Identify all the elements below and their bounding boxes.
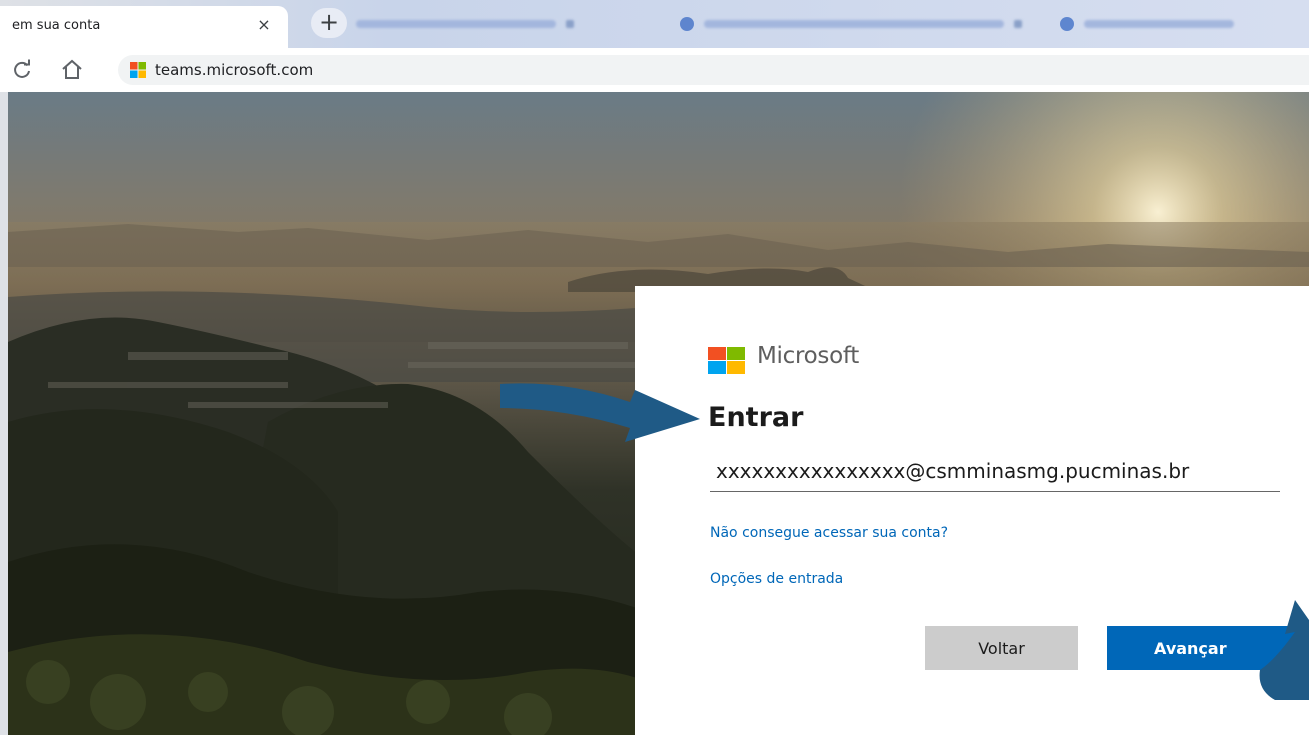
email-field[interactable] [710, 456, 1280, 492]
cant-access-account-link[interactable]: Não consegue acessar sua conta? [710, 525, 948, 541]
blurred-tab-title [1084, 20, 1234, 28]
microsoft-favicon-icon [130, 62, 146, 78]
globe-icon [1060, 17, 1074, 31]
microsoft-logo-icon [708, 347, 745, 374]
page-title: Entrar [708, 402, 804, 433]
active-tab[interactable]: em sua conta × [0, 6, 288, 48]
background-tab[interactable] [356, 10, 574, 38]
globe-icon [680, 17, 694, 31]
microsoft-brand-text: Microsoft [757, 343, 859, 369]
logo-square-blue [708, 361, 726, 374]
blurred-tab-title [704, 20, 1004, 28]
back-button[interactable]: Voltar [925, 626, 1078, 670]
annotation-arrow-icon [1259, 600, 1309, 700]
home-icon[interactable] [60, 58, 84, 82]
annotation-arrow-icon [500, 383, 700, 442]
browser-tab-strip: em sua conta × + [0, 0, 1309, 48]
sign-in-card: Microsoft Entrar Não consegue acessar su… [635, 286, 1309, 735]
address-bar[interactable]: teams.microsoft.com [118, 55, 1309, 85]
tab-close-icon[interactable] [566, 20, 574, 28]
logo-square-red [708, 347, 726, 360]
new-tab-button[interactable]: + [311, 8, 347, 38]
reload-icon[interactable] [10, 58, 34, 82]
logo-square-green [727, 347, 745, 360]
sign-in-options-link[interactable]: Opções de entrada [710, 571, 843, 587]
background-tab[interactable] [680, 10, 1022, 38]
logo-square-yellow [727, 361, 745, 374]
tab-close-icon[interactable] [1014, 20, 1022, 28]
tab-close-icon[interactable]: × [254, 15, 274, 35]
blurred-tab-title [356, 20, 556, 28]
background-tab[interactable] [1060, 10, 1234, 38]
url-text: teams.microsoft.com [155, 61, 314, 79]
browser-toolbar: teams.microsoft.com [0, 48, 1309, 92]
tab-title: em sua conta [12, 18, 101, 33]
